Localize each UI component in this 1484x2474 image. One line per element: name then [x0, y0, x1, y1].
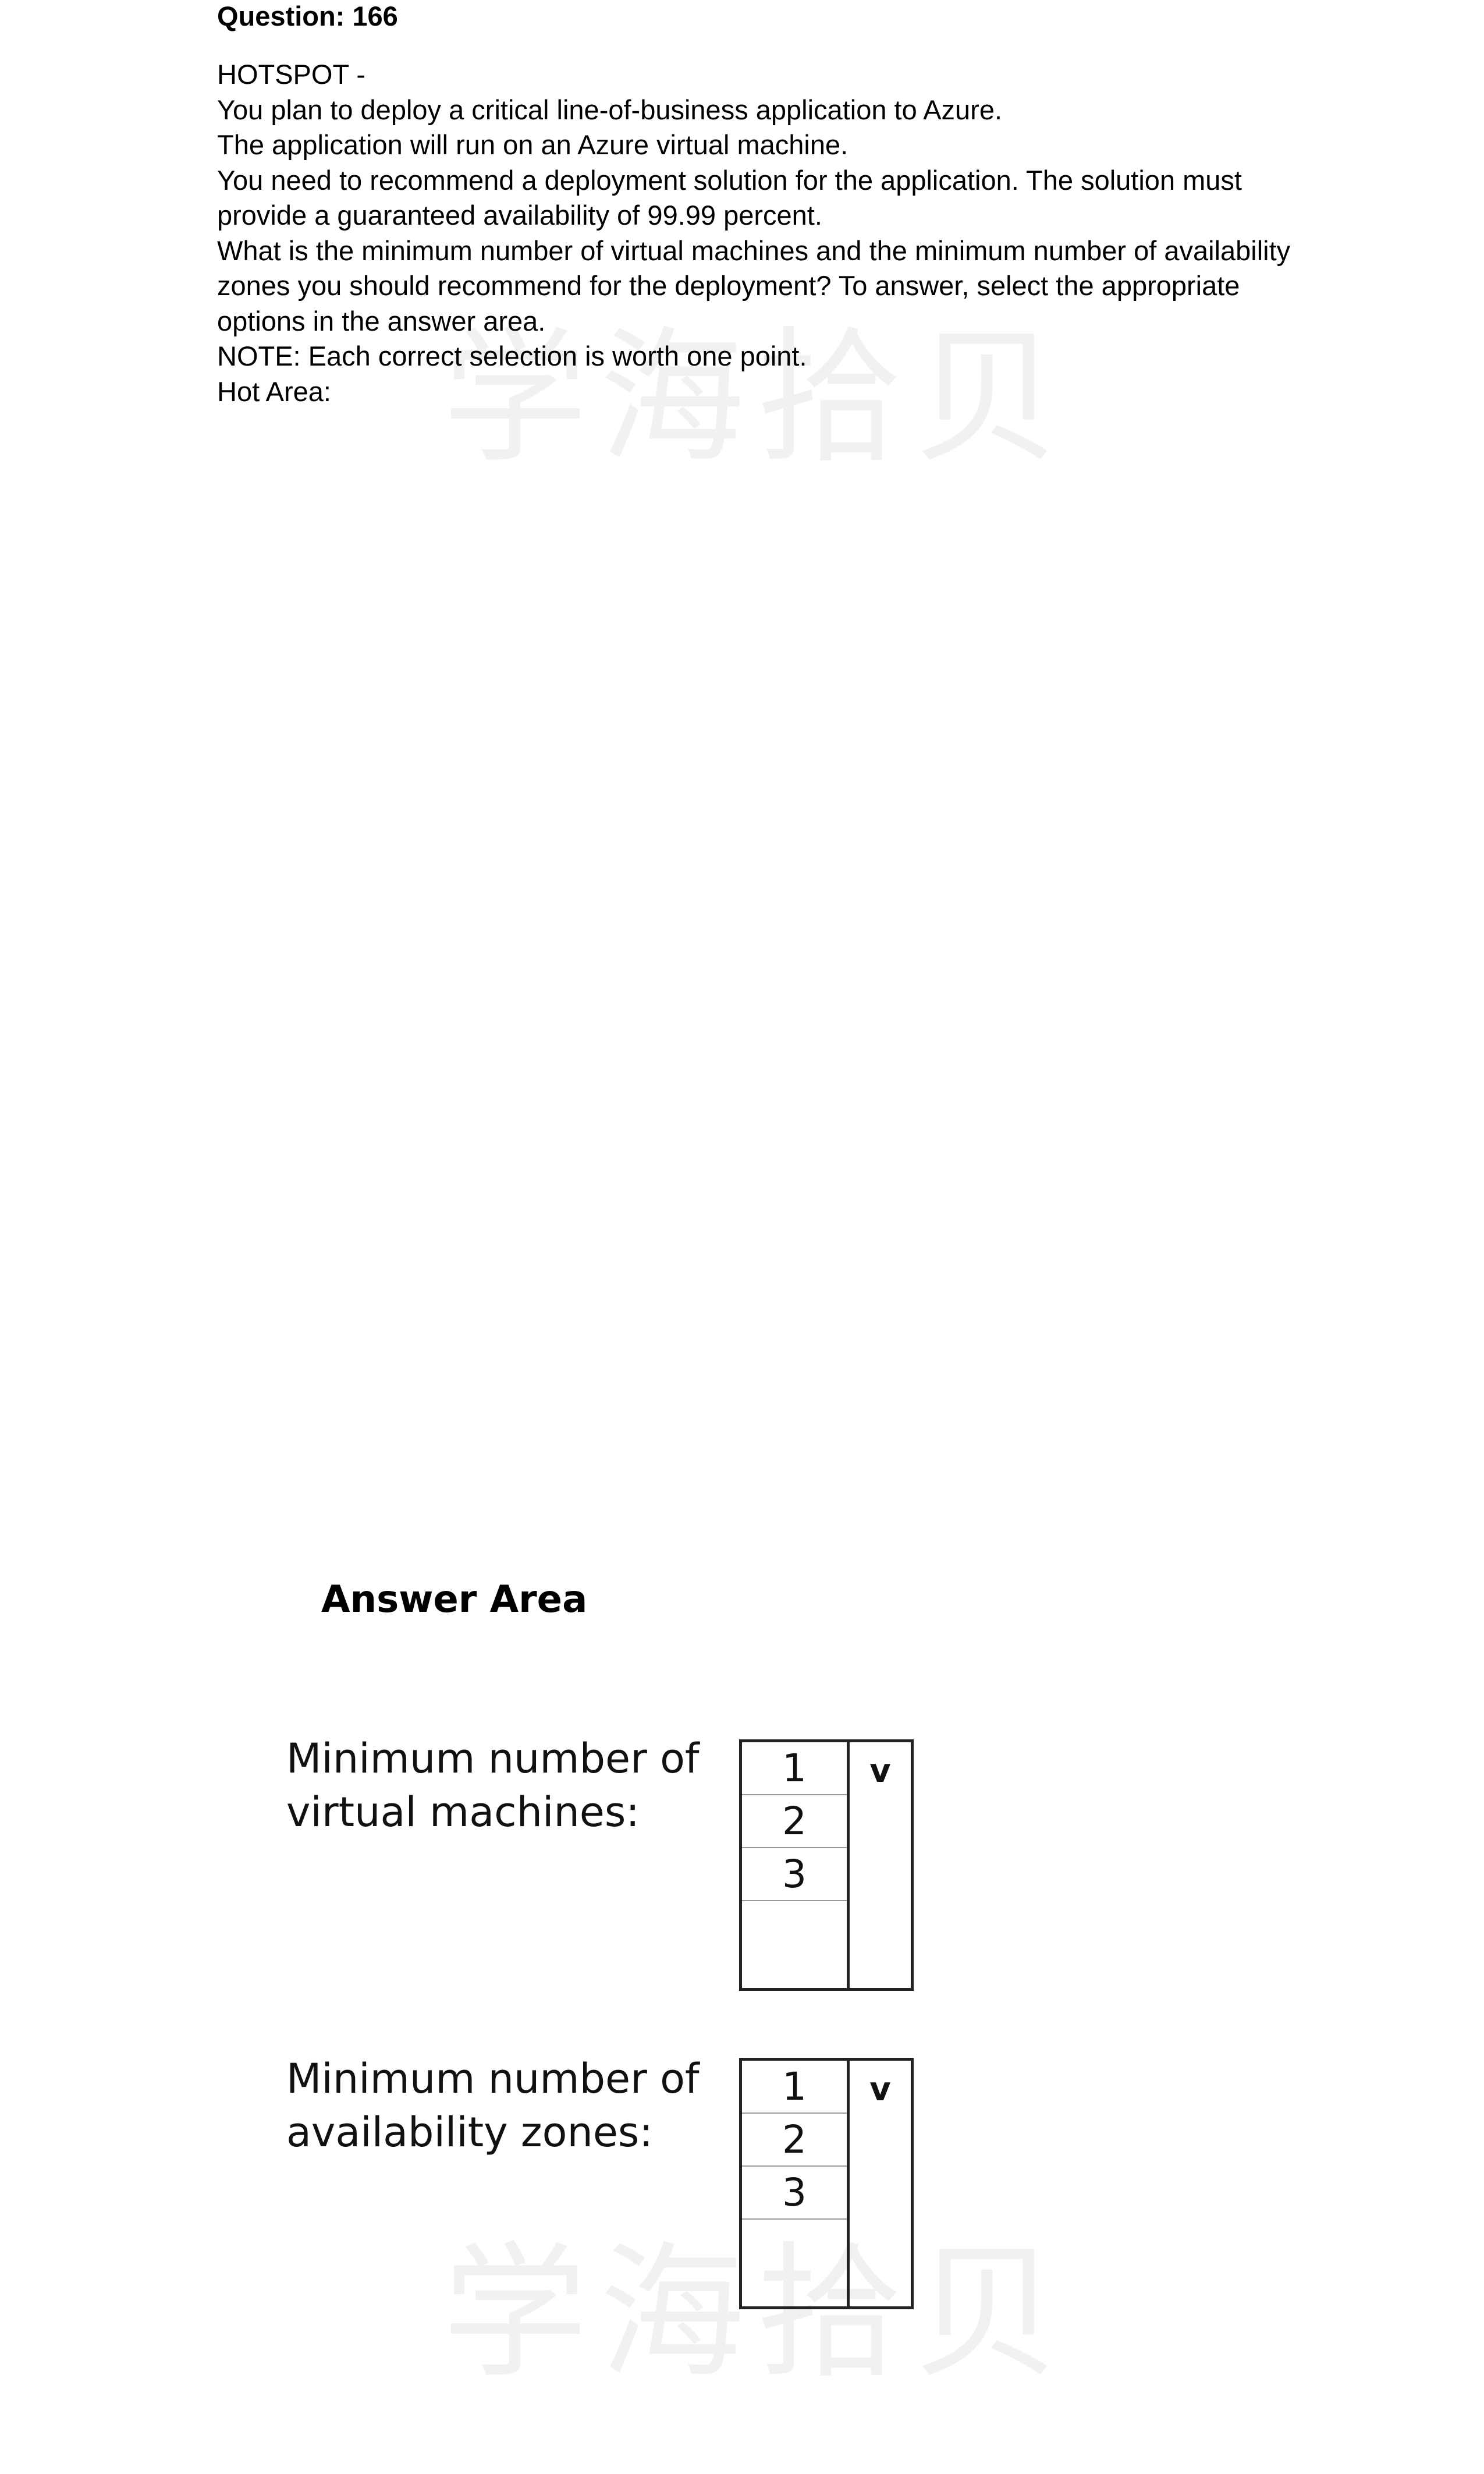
chevron-down-icon[interactable]: v [850, 2074, 911, 2106]
question-line: The application will run on an Azure vir… [217, 129, 848, 160]
dropdown-option-1[interactable]: 1 [742, 1742, 847, 1795]
label-line: availability zones: [286, 2108, 653, 2156]
availability-zone-count-dropdown[interactable]: 1 2 3 v [739, 2058, 914, 2309]
dropdown-option-2[interactable]: 2 [742, 2114, 847, 2167]
dropdown-toggle[interactable]: v [850, 1742, 911, 1988]
question-line: NOTE: Each correct selection is worth on… [217, 341, 807, 371]
dropdown-empty-area [742, 1901, 847, 1988]
question-line: provide a guaranteed availability of 99.… [217, 200, 822, 231]
dropdown-options: 1 2 3 [742, 2061, 850, 2306]
dropdown-options: 1 2 3 [742, 1742, 850, 1988]
question-line: HOTSPOT - [217, 59, 366, 90]
dropdown-empty-area [742, 2220, 847, 2306]
label-line: virtual machines: [286, 1788, 640, 1836]
question-line: Hot Area: [217, 375, 331, 407]
vm-count-label: Minimum number of virtual machines: [286, 1732, 729, 1839]
question-title: Question: 166 [217, 1, 398, 31]
dropdown-toggle[interactable]: v [850, 2061, 911, 2306]
label-line: Minimum number of [286, 2055, 700, 2103]
dropdown-option-2[interactable]: 2 [742, 1795, 847, 1848]
vm-count-dropdown[interactable]: 1 2 3 v [739, 1739, 914, 1991]
question-body: HOTSPOT - You plan to deploy a critical … [217, 57, 1311, 409]
question-line: zones you should recommend for the deplo… [217, 270, 1240, 301]
answer-area-heading: Answer Area [321, 1578, 588, 1621]
question-line: You plan to deploy a critical line-of-bu… [217, 94, 1003, 125]
chevron-down-icon[interactable]: v [850, 1755, 911, 1788]
question-line: What is the minimum number of virtual ma… [217, 235, 1291, 266]
dropdown-option-1[interactable]: 1 [742, 2061, 847, 2114]
dropdown-option-3[interactable]: 3 [742, 1848, 847, 1901]
availability-zone-count-label: Minimum number of availability zones: [286, 2052, 729, 2159]
question-line: You need to recommend a deployment solut… [217, 164, 1242, 196]
label-line: Minimum number of [286, 1735, 700, 1782]
question-line: options in the answer area. [217, 305, 546, 336]
dropdown-option-3[interactable]: 3 [742, 2167, 847, 2220]
